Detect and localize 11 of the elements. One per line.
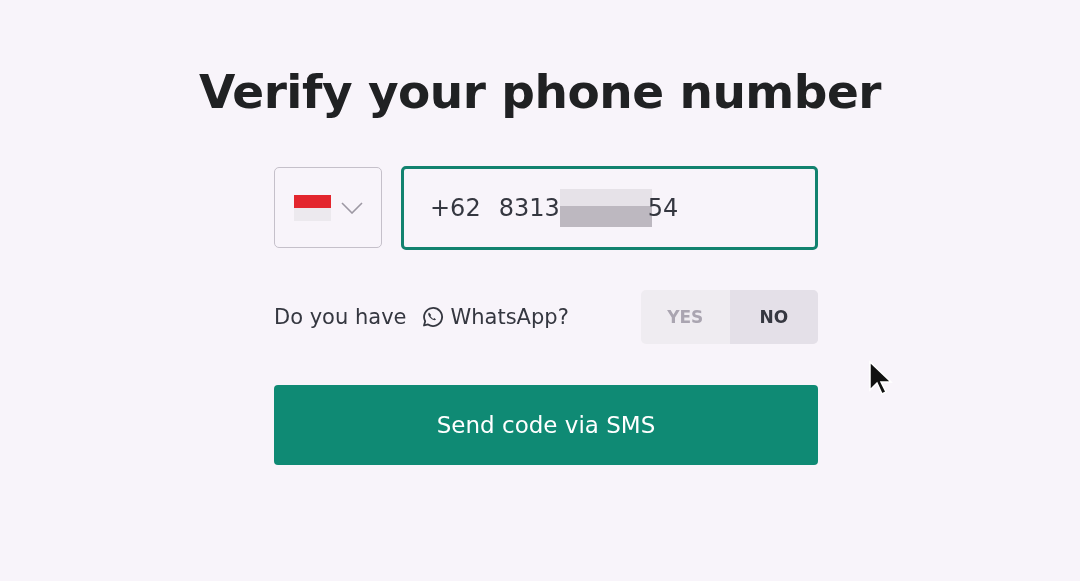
whatsapp-icon xyxy=(420,305,445,329)
country-select[interactable] xyxy=(274,167,382,248)
page-title: Verify your phone number xyxy=(199,64,881,119)
whatsapp-question: Do you have xyxy=(274,305,407,329)
toggle-option[interactable]: NO xyxy=(729,290,818,344)
send-code-button[interactable]: Send code via SMS xyxy=(274,385,818,465)
whatsapp-label: WhatsApp? xyxy=(450,305,569,329)
chevron-icon xyxy=(340,201,363,214)
flag-icon xyxy=(293,194,331,221)
mouse-pointer-icon xyxy=(868,360,894,396)
phone-field[interactable]: +62 8313 54 xyxy=(401,166,818,250)
